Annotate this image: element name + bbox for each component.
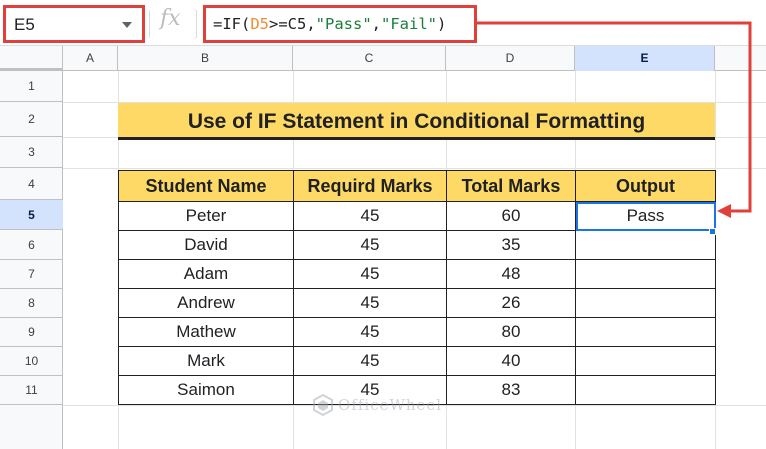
annotation-arrow bbox=[477, 21, 752, 218]
watermark-text: OfficeWheel bbox=[338, 396, 443, 414]
arrow-head-icon bbox=[717, 204, 731, 218]
annotation-arrow-line bbox=[477, 21, 752, 213]
watermark: OfficeWheel bbox=[312, 394, 442, 416]
officewheel-logo-icon bbox=[313, 394, 333, 416]
